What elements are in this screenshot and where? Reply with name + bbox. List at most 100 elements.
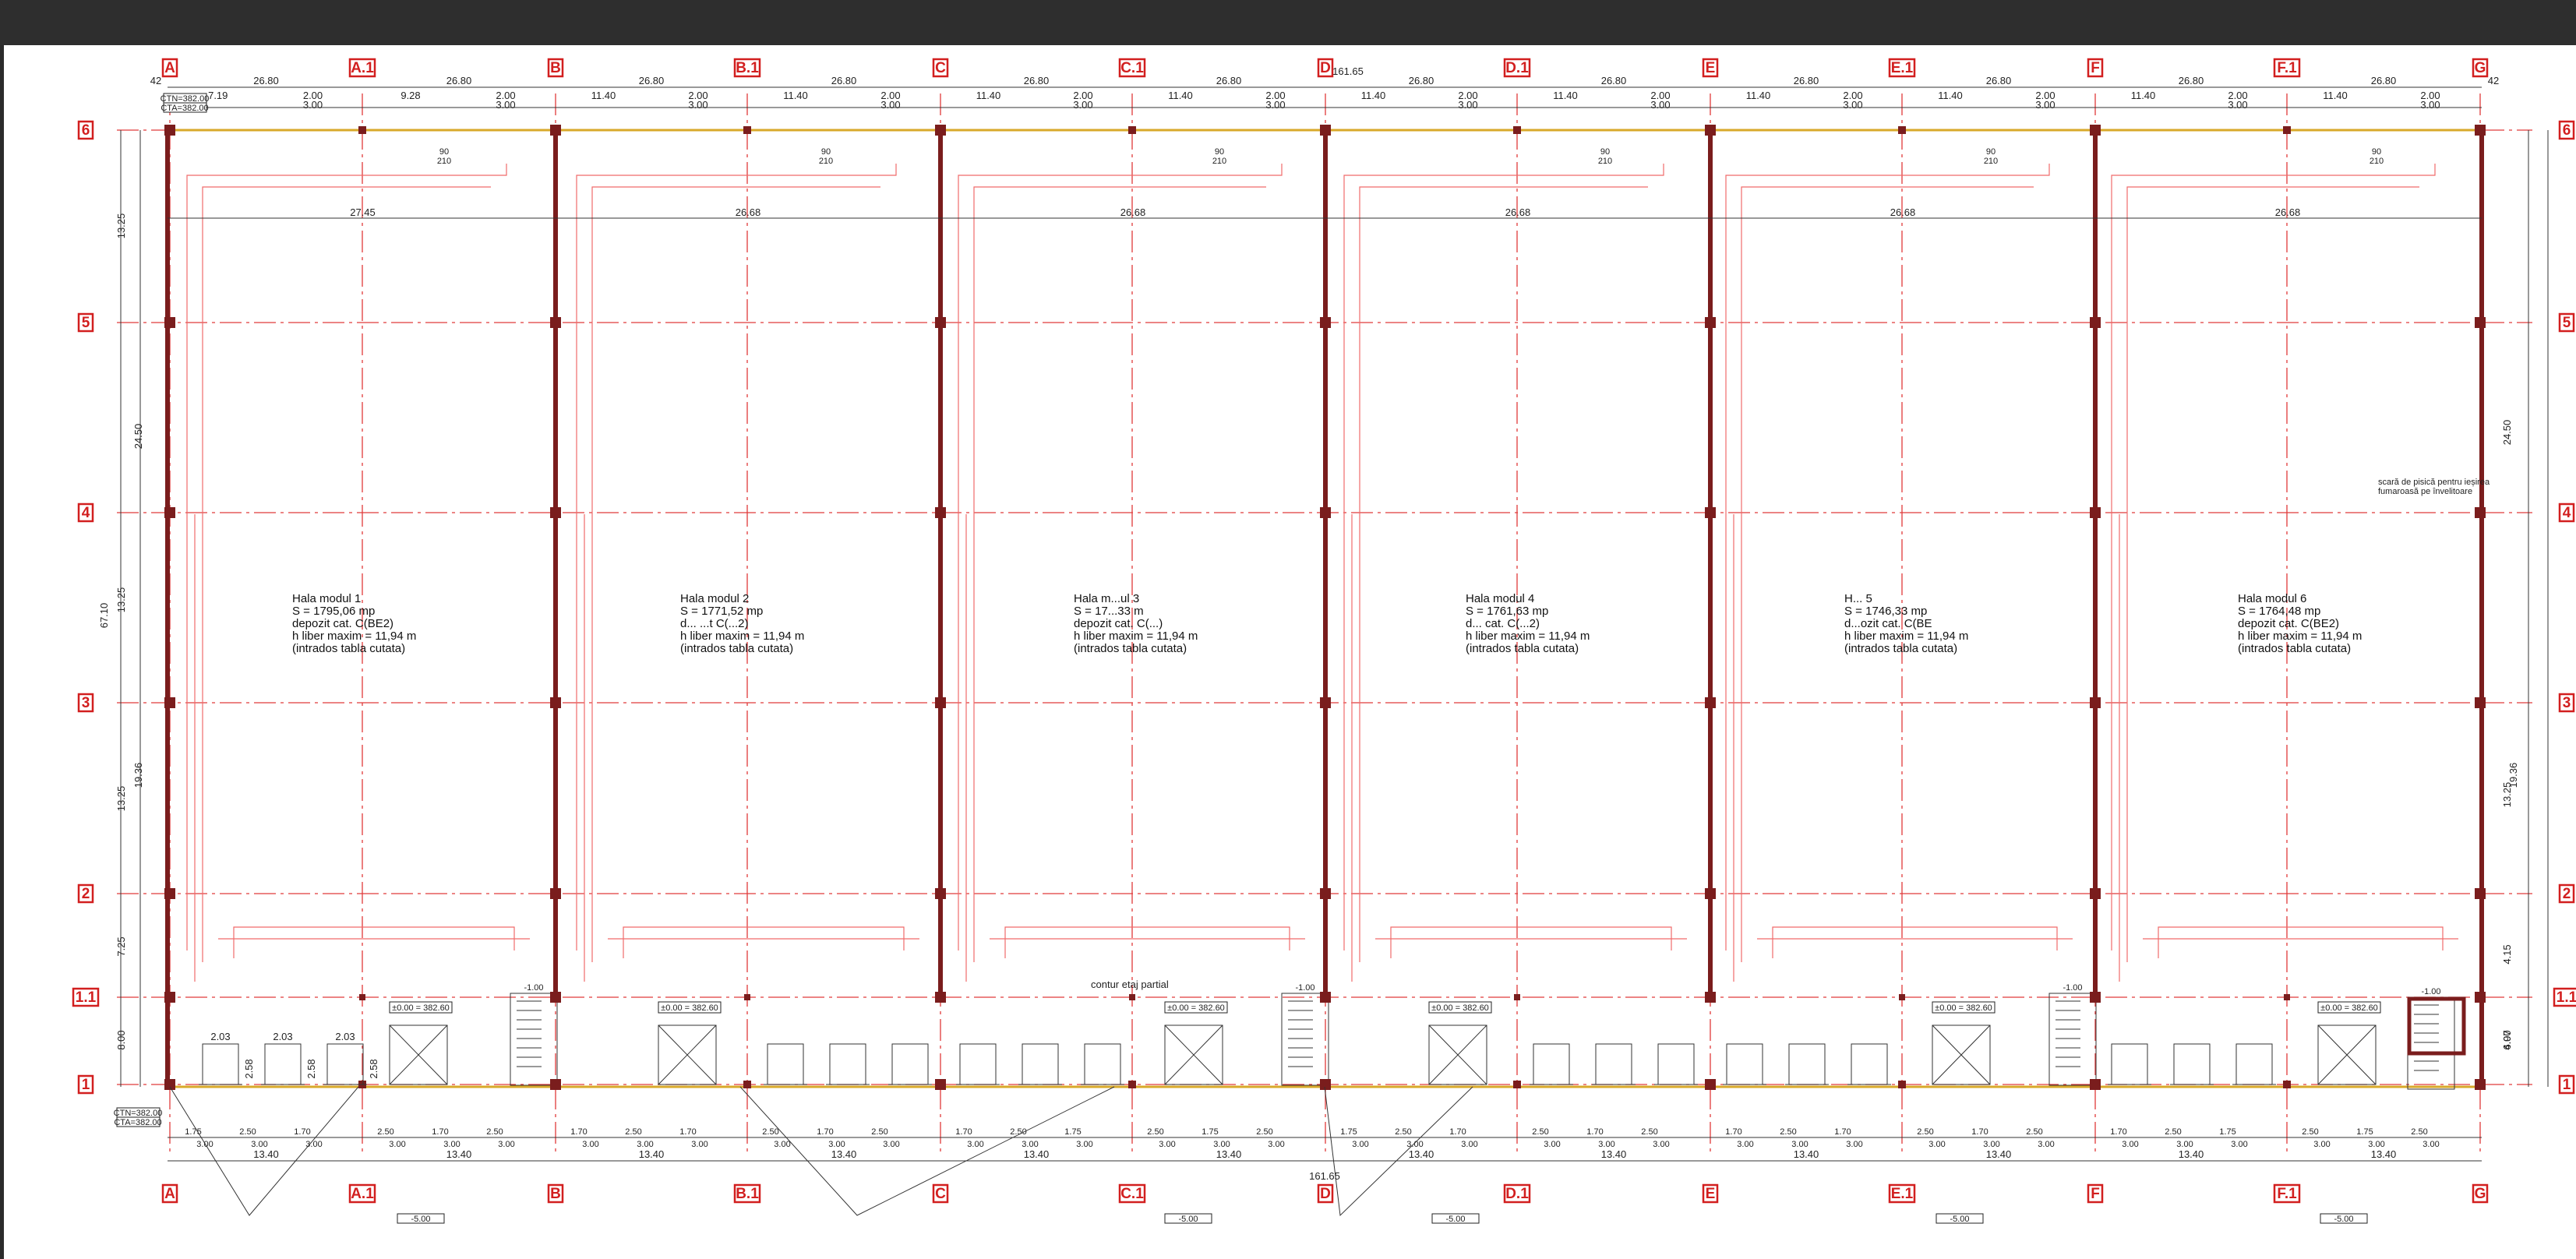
- bay-dim: 26.80: [1601, 75, 1627, 86]
- grid-label-col: E: [1706, 1186, 1716, 1202]
- bottom-total-dim: 13.40: [2371, 1148, 2397, 1160]
- bottom-sub-dim: 3.00: [1406, 1140, 1423, 1149]
- hall-6-line: depozit cat. C(BE2): [2238, 617, 2339, 630]
- ramp-slope: [1324, 1086, 1473, 1217]
- bay-dim: 26.80: [831, 75, 857, 86]
- dock-door: [1788, 1043, 1826, 1085]
- right-vertical-dim: 4.15: [2501, 944, 2513, 964]
- column-small: [1128, 126, 1136, 134]
- grid-label-row: 3: [82, 695, 90, 711]
- column-small: [1513, 1081, 1521, 1088]
- pipe-branch: [1772, 926, 2058, 958]
- bottom-chain-dim: 2.50: [2302, 1127, 2318, 1137]
- column-small: [2284, 994, 2290, 1000]
- bottom-chain-dim: 1.75: [185, 1127, 201, 1137]
- chain-dim: 11.40: [1168, 90, 1193, 101]
- column: [935, 888, 946, 899]
- dock-door: [959, 1043, 997, 1085]
- bottom-sub-dim: 3.00: [1268, 1140, 1284, 1149]
- chain-dim: 11.40: [2131, 90, 2156, 101]
- bottom-chain-dim: 1.70: [1449, 1127, 1466, 1137]
- bottom-sub-dim: 3.00: [389, 1140, 405, 1149]
- inner-span-dim: 27.45: [350, 206, 376, 218]
- door-height: 210: [2370, 157, 2384, 166]
- hall-4-line: d... cat. C(...2): [1466, 617, 1540, 630]
- column-small: [1128, 1081, 1136, 1088]
- level-tag: ±0.00 = 382.60: [1431, 1003, 1489, 1013]
- dock-door: [1851, 1043, 1888, 1085]
- column: [2090, 507, 2101, 518]
- bottom-sub-dim: 3.00: [1022, 1140, 1038, 1149]
- column: [2475, 507, 2486, 518]
- column: [1320, 317, 1331, 328]
- dock-height-label: 2.58: [305, 1059, 317, 1078]
- bottom-chain-dim: 1.70: [570, 1127, 587, 1137]
- level-tag: ±0.00 = 382.60: [661, 1003, 718, 1013]
- grid-label-row: 6: [2563, 122, 2571, 139]
- bottom-chain-dim: 1.75: [2219, 1127, 2235, 1137]
- grid-label-row: 2: [2563, 886, 2571, 902]
- sub-dim: 3.00: [1265, 99, 1285, 111]
- dock-door: [1657, 1043, 1695, 1085]
- bottom-total-dim: 13.40: [1024, 1148, 1050, 1160]
- grid-label-col: D.1: [1505, 60, 1529, 76]
- bottom-sub-dim: 3.00: [637, 1140, 653, 1149]
- left-vertical-dim: 13.25: [115, 587, 127, 613]
- door-height: 210: [819, 157, 833, 166]
- bottom-total-dim: 13.40: [253, 1148, 279, 1160]
- column: [2475, 697, 2486, 708]
- core-tag: -1.00: [2421, 987, 2440, 996]
- dock-door: [264, 1043, 302, 1085]
- dock-door: [1595, 1043, 1632, 1085]
- bottom-chain-dim: 2.50: [2026, 1127, 2042, 1137]
- column: [1705, 697, 1716, 708]
- dock-door: [1022, 1043, 1059, 1085]
- grid-label-col: D: [1320, 60, 1331, 76]
- door-height: 210: [1984, 157, 1998, 166]
- column: [935, 992, 946, 1003]
- bottom-chain-dim: 2.50: [625, 1127, 641, 1137]
- grid-label-row: 6: [82, 122, 90, 139]
- door-width: 90: [2372, 147, 2381, 157]
- sub-dim: 3.00: [1650, 99, 1670, 111]
- grid-label-col: F.1: [2277, 1186, 2297, 1202]
- door-width: 90: [821, 147, 831, 157]
- installation-lines: [186, 164, 2458, 982]
- sub-dim: 3.00: [1458, 99, 1477, 111]
- bottom-chain-dim: 1.70: [1834, 1127, 1851, 1137]
- bottom-chain-dim: 1.70: [432, 1127, 448, 1137]
- bay-dim: 26.80: [1794, 75, 1819, 86]
- pipe-branch: [2158, 926, 2444, 958]
- bottom-chain-dim: 2.50: [1395, 1127, 1411, 1137]
- bottom-chain-dim: 1.70: [1725, 1127, 1741, 1137]
- stair-core: [1281, 993, 1329, 1086]
- bottom-chain-dim: 2.50: [486, 1127, 503, 1137]
- grid-label-col: D: [1320, 1186, 1331, 1202]
- pipe-loop: [973, 186, 1266, 962]
- bottom-chain-dim: 2.50: [2411, 1127, 2427, 1137]
- ctn-text: CTA=382.00: [114, 1118, 161, 1127]
- bottom-chain-dim: 2.50: [1532, 1127, 1548, 1137]
- pipe-loop: [591, 186, 880, 962]
- column: [1320, 507, 1331, 518]
- column-small: [743, 126, 751, 134]
- right-vertical-dim: 4.97: [2501, 1030, 2513, 1049]
- bottom-sub-dim: 3.00: [1544, 1140, 1560, 1149]
- column: [164, 1079, 175, 1090]
- column: [1705, 992, 1716, 1003]
- hall-2-line: Hala modul 2: [680, 592, 749, 605]
- grid-label-col: C.1: [1120, 1186, 1144, 1202]
- dock-width-label: 2.03: [273, 1031, 292, 1042]
- grid-label-col: B: [550, 1186, 561, 1202]
- stair-core: [2407, 996, 2455, 1090]
- grid-label-row: 4: [82, 505, 90, 521]
- chain-dim: 11.40: [1938, 90, 1963, 101]
- column: [1320, 888, 1331, 899]
- hall-4-line: S = 1761,63 mp: [1466, 605, 1548, 618]
- pipe-loop: [958, 164, 1283, 950]
- dock-door: [767, 1043, 804, 1085]
- hall-5-line: h liber maxim = 11,94 m: [1844, 630, 1968, 643]
- column: [164, 317, 175, 328]
- grid-label-col: C: [935, 60, 946, 76]
- column: [164, 507, 175, 518]
